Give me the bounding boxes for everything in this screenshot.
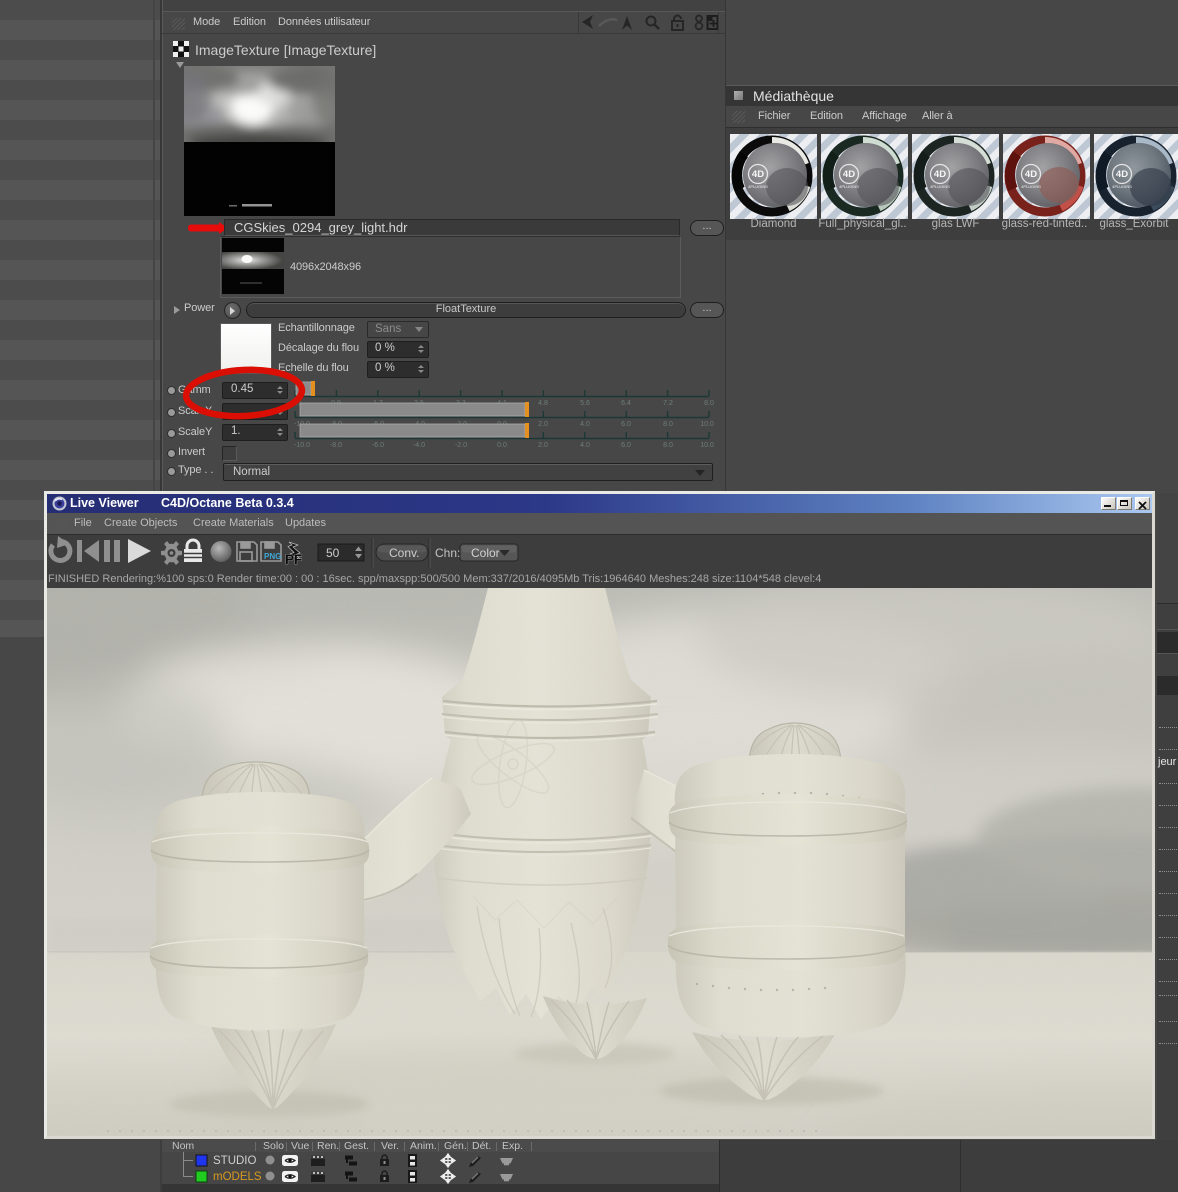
svg-text:-8.0: -8.0 bbox=[330, 442, 342, 449]
svg-text:2.0: 2.0 bbox=[538, 442, 548, 449]
svg-text:-6.0: -6.0 bbox=[372, 442, 384, 449]
svg-text:-2.0: -2.0 bbox=[455, 442, 467, 449]
svg-text:Color: Color bbox=[471, 546, 500, 560]
svg-text:4.0: 4.0 bbox=[580, 442, 590, 449]
svg-text:-4.0: -4.0 bbox=[413, 442, 425, 449]
svg-text:PNG: PNG bbox=[264, 552, 281, 561]
svg-text:-10.0: -10.0 bbox=[294, 442, 310, 449]
svg-text:6.0: 6.0 bbox=[621, 442, 631, 449]
svg-text:10.0: 10.0 bbox=[700, 442, 714, 449]
svg-text:50: 50 bbox=[326, 546, 340, 560]
svg-text:0.0: 0.0 bbox=[497, 442, 507, 449]
svg-text:Chn:: Chn: bbox=[435, 546, 460, 560]
svg-text:Conv.: Conv. bbox=[389, 546, 419, 560]
svg-text:8.0: 8.0 bbox=[663, 442, 673, 449]
svg-text:PF: PF bbox=[285, 552, 302, 567]
